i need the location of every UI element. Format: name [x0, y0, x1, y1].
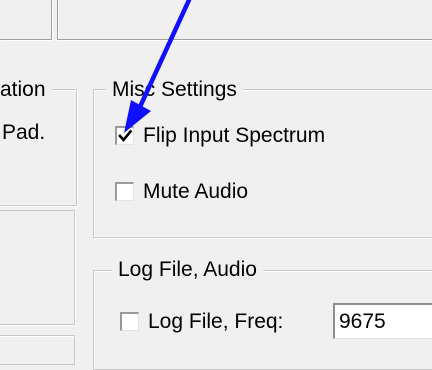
- log-file-freq-checkbox[interactable]: [120, 312, 139, 331]
- log-file-freq-label[interactable]: Log File, Freq:: [148, 310, 283, 334]
- mute-audio-checkbox[interactable]: [115, 182, 134, 201]
- left-group-frame: [0, 89, 77, 206]
- left-group-label: Pad.: [2, 121, 46, 144]
- mute-audio-label[interactable]: Mute Audio: [143, 180, 248, 204]
- misc-settings-title: Misc Settings: [106, 78, 243, 102]
- log-file-freq-input[interactable]: [333, 303, 432, 339]
- flip-input-spectrum-label[interactable]: Flip Input Spectrum: [143, 124, 325, 148]
- left-lower-box: [0, 210, 75, 325]
- top-left-panel: [0, 0, 52, 40]
- checkmark-icon: [118, 129, 133, 143]
- log-file-audio-title: Log File, Audio: [112, 258, 263, 282]
- left-bottom-box: [0, 335, 75, 365]
- left-group-title: ation: [0, 78, 52, 102]
- top-right-panel: [57, 0, 432, 40]
- misc-settings-group: [93, 89, 432, 238]
- flip-input-spectrum-checkbox[interactable]: [115, 126, 134, 145]
